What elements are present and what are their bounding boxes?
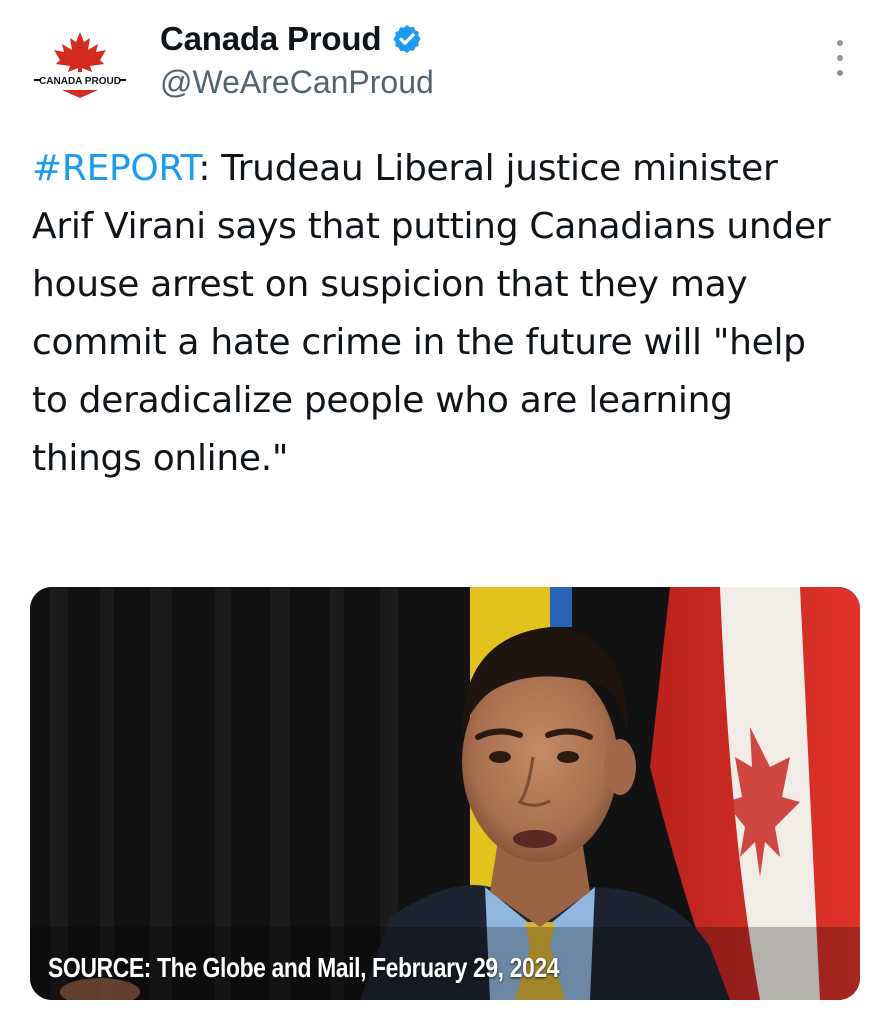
avatar-text: CANADA PROUD <box>39 76 121 87</box>
tweet-card: CANADA PROUD Canada Proud @WeAreCanProud… <box>0 0 890 1024</box>
handle[interactable]: @WeAreCanProud <box>160 64 434 101</box>
tweet-text: #REPORT: Trudeau Liberal justice ministe… <box>32 140 832 488</box>
more-options-icon[interactable] <box>828 40 852 76</box>
photo <box>30 587 860 1000</box>
author-name-row: Canada Proud <box>160 20 423 58</box>
verified-badge-icon <box>391 23 423 55</box>
avatar[interactable]: CANADA PROUD <box>32 28 128 100</box>
tweet-media-photo[interactable]: SOURCE: The Globe and Mail, February 29,… <box>30 587 860 1000</box>
display-name[interactable]: Canada Proud <box>160 20 382 58</box>
media-caption: SOURCE: The Globe and Mail, February 29,… <box>48 952 560 983</box>
hashtag-link[interactable]: #REPORT <box>32 148 199 189</box>
maple-leaf-icon: CANADA PROUD <box>34 32 126 98</box>
tweet-body-text: : Trudeau Liberal justice minister Arif … <box>32 148 831 479</box>
